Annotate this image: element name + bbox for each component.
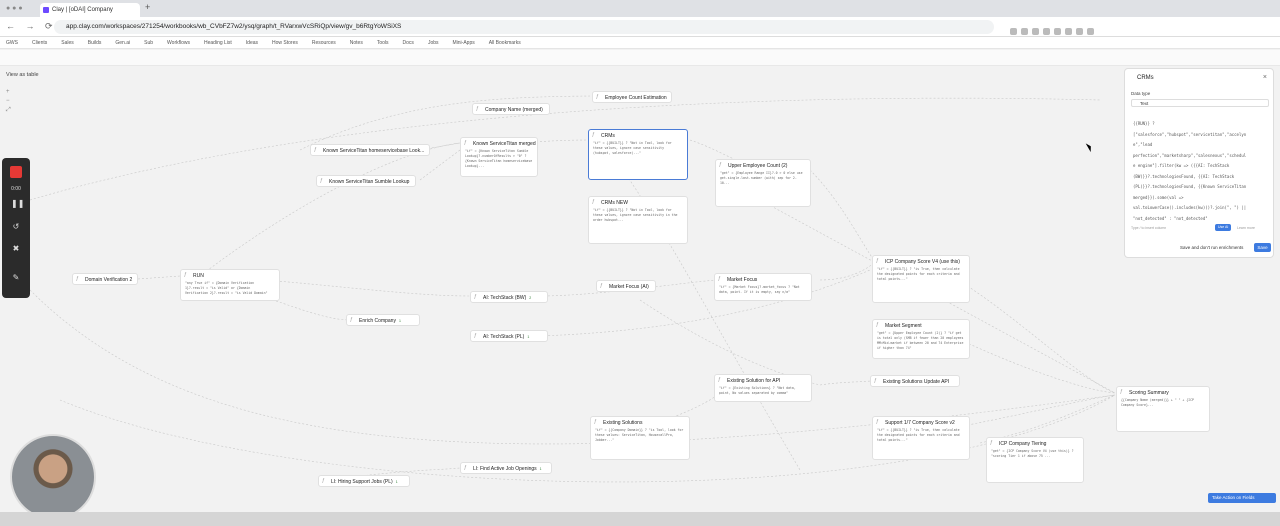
node-existing-solutions[interactable]: Existing Solutions"if" = {{Company Domai… bbox=[590, 416, 690, 460]
save-button[interactable]: Save bbox=[1254, 243, 1271, 252]
save-dont-run-button[interactable]: Save and don't run enrichments bbox=[1180, 245, 1243, 250]
learn-more-link[interactable]: Learn more bbox=[1237, 226, 1255, 230]
node-known-servicetitan-sumble[interactable]: Known ServiceTitan Sumble Lookup bbox=[316, 175, 416, 187]
use-ai-button[interactable]: Use AI bbox=[1215, 224, 1232, 231]
node-crms[interactable]: CRMs"if" = {{BUILT}} ? "Not in Tool, loo… bbox=[588, 129, 688, 180]
node-domain-verification[interactable]: Domain Verification 2 bbox=[72, 273, 138, 285]
insert-column-hint: Type / to insert column bbox=[1131, 226, 1167, 230]
run-count-badge: 2 bbox=[529, 296, 532, 300]
formula-line: e engine"].filter(kw => ({{AI: TechStack bbox=[1133, 163, 1230, 168]
run-count-badge: 1 bbox=[398, 319, 401, 323]
draw-icon[interactable]: ✎ bbox=[11, 273, 21, 283]
node-existing-solutions-update[interactable]: Existing Solutions Update API bbox=[870, 375, 960, 387]
node-find-active-job-openings[interactable]: LI: Find Active Job Openings1 bbox=[460, 462, 552, 474]
node-company-name[interactable]: Company Name (merged) bbox=[472, 103, 550, 115]
node-company-tiering[interactable]: ICP Company Tiering"get" = {ICP Company … bbox=[986, 437, 1084, 483]
node-known-servicetitan-merged[interactable]: Known ServiceTitan merged"if" = {Known S… bbox=[460, 137, 538, 177]
screen-recorder-panel: 0:00 ❚❚ ↺ ✖ ✎ bbox=[2, 158, 30, 298]
node-run[interactable]: RUN"any True if" = {Domain Verification … bbox=[180, 269, 280, 301]
formula-line: "not_detected" : "not_detected" bbox=[1133, 215, 1208, 221]
node-support-company-score[interactable]: Support 1/7 Company Score v2"if" = {{BUI… bbox=[872, 416, 970, 460]
node-ai-techstack-pl[interactable]: AI: TechStack (PL)1 bbox=[470, 330, 548, 342]
webcam-overlay bbox=[10, 434, 96, 520]
formula-line: e","lead bbox=[1133, 142, 1153, 147]
panel-title: CRMs bbox=[1137, 75, 1154, 81]
node-icp-company-score[interactable]: ICP Company Score V4 (use this)"if" = {{… bbox=[872, 255, 970, 303]
pause-icon[interactable]: ❚❚ bbox=[11, 199, 24, 209]
take-action-button[interactable]: Take Action on Fields bbox=[1208, 493, 1276, 503]
formula-line: val.toLowerCase().includes(kw)))?.join("… bbox=[1133, 205, 1247, 210]
formula-line: (PL)}}?.technologiesFound, {{Known Servi… bbox=[1133, 184, 1247, 189]
trash-icon[interactable]: ✖ bbox=[11, 244, 21, 254]
formula-line: {{RUN}} ? bbox=[1133, 121, 1155, 126]
data-type-label: Data type bbox=[1131, 91, 1151, 96]
run-count-badge: 1 bbox=[395, 480, 398, 484]
formula-line: perfection","marketsharp","salesnexus","… bbox=[1133, 152, 1247, 158]
zoom-controls[interactable]: + − ⤢ bbox=[6, 88, 11, 115]
node-crms-new[interactable]: CRMs NEW"if" = {{BUILT}} ? "Not in Tool,… bbox=[588, 196, 688, 244]
stop-recording-button[interactable] bbox=[10, 166, 22, 178]
formula-line: ["salesforce","hubspot","servicetitan","… bbox=[1133, 131, 1247, 137]
node-market-focus[interactable]: Market Focus"if" = {Market Focus}?.marke… bbox=[714, 273, 812, 301]
close-icon[interactable]: × bbox=[1263, 74, 1267, 81]
node-hiring-support-jobs[interactable]: LI: Hiring Support Jobs (PL)1 bbox=[318, 475, 410, 487]
recording-time: 0:00 bbox=[11, 186, 21, 192]
node-existing-solution-api[interactable]: Existing Solution for API"if" = {Existin… bbox=[714, 374, 812, 402]
formula-editor[interactable]: {{RUN}} ? ["salesforce","hubspot","servic… bbox=[1129, 115, 1271, 225]
formula-line: (BW)}}?.technologiesFound, {{AI: TechSta… bbox=[1133, 173, 1235, 179]
node-scoring-summary[interactable]: Scoring Summary{{Company Name (merged)}}… bbox=[1116, 386, 1210, 432]
run-count-badge: 1 bbox=[539, 467, 542, 471]
view-as-table-link[interactable]: View as table bbox=[6, 72, 39, 78]
node-known-servicetitan-lookup[interactable]: Known ServiceTitan homeservicebase Look.… bbox=[310, 144, 430, 156]
node-employee-count-estimation[interactable]: Employee Count Estimation bbox=[592, 91, 672, 103]
taskbar bbox=[0, 512, 1280, 526]
data-type-select[interactable]: Text bbox=[1131, 99, 1269, 107]
restart-icon[interactable]: ↺ bbox=[11, 222, 21, 232]
formula-line: merged}}).some(val => bbox=[1133, 194, 1184, 200]
column-settings-panel: CRMs × Data type Text {{RUN}} ? ["salesfo… bbox=[1124, 68, 1274, 258]
node-upper-employee-count[interactable]: Upper Employee Count (2)"get" = {Employe… bbox=[715, 159, 811, 207]
node-ai-techstack-bw[interactable]: AI: TechStack (BW)2 bbox=[470, 291, 548, 303]
run-count-badge: 1 bbox=[527, 335, 530, 339]
node-market-segment[interactable]: Market Segment"get" = {Upper Employee Co… bbox=[872, 319, 970, 359]
node-enrich-company[interactable]: Enrich Company1 bbox=[346, 314, 420, 326]
node-market-focus-ai[interactable]: Market Focus (AI) bbox=[596, 280, 656, 292]
